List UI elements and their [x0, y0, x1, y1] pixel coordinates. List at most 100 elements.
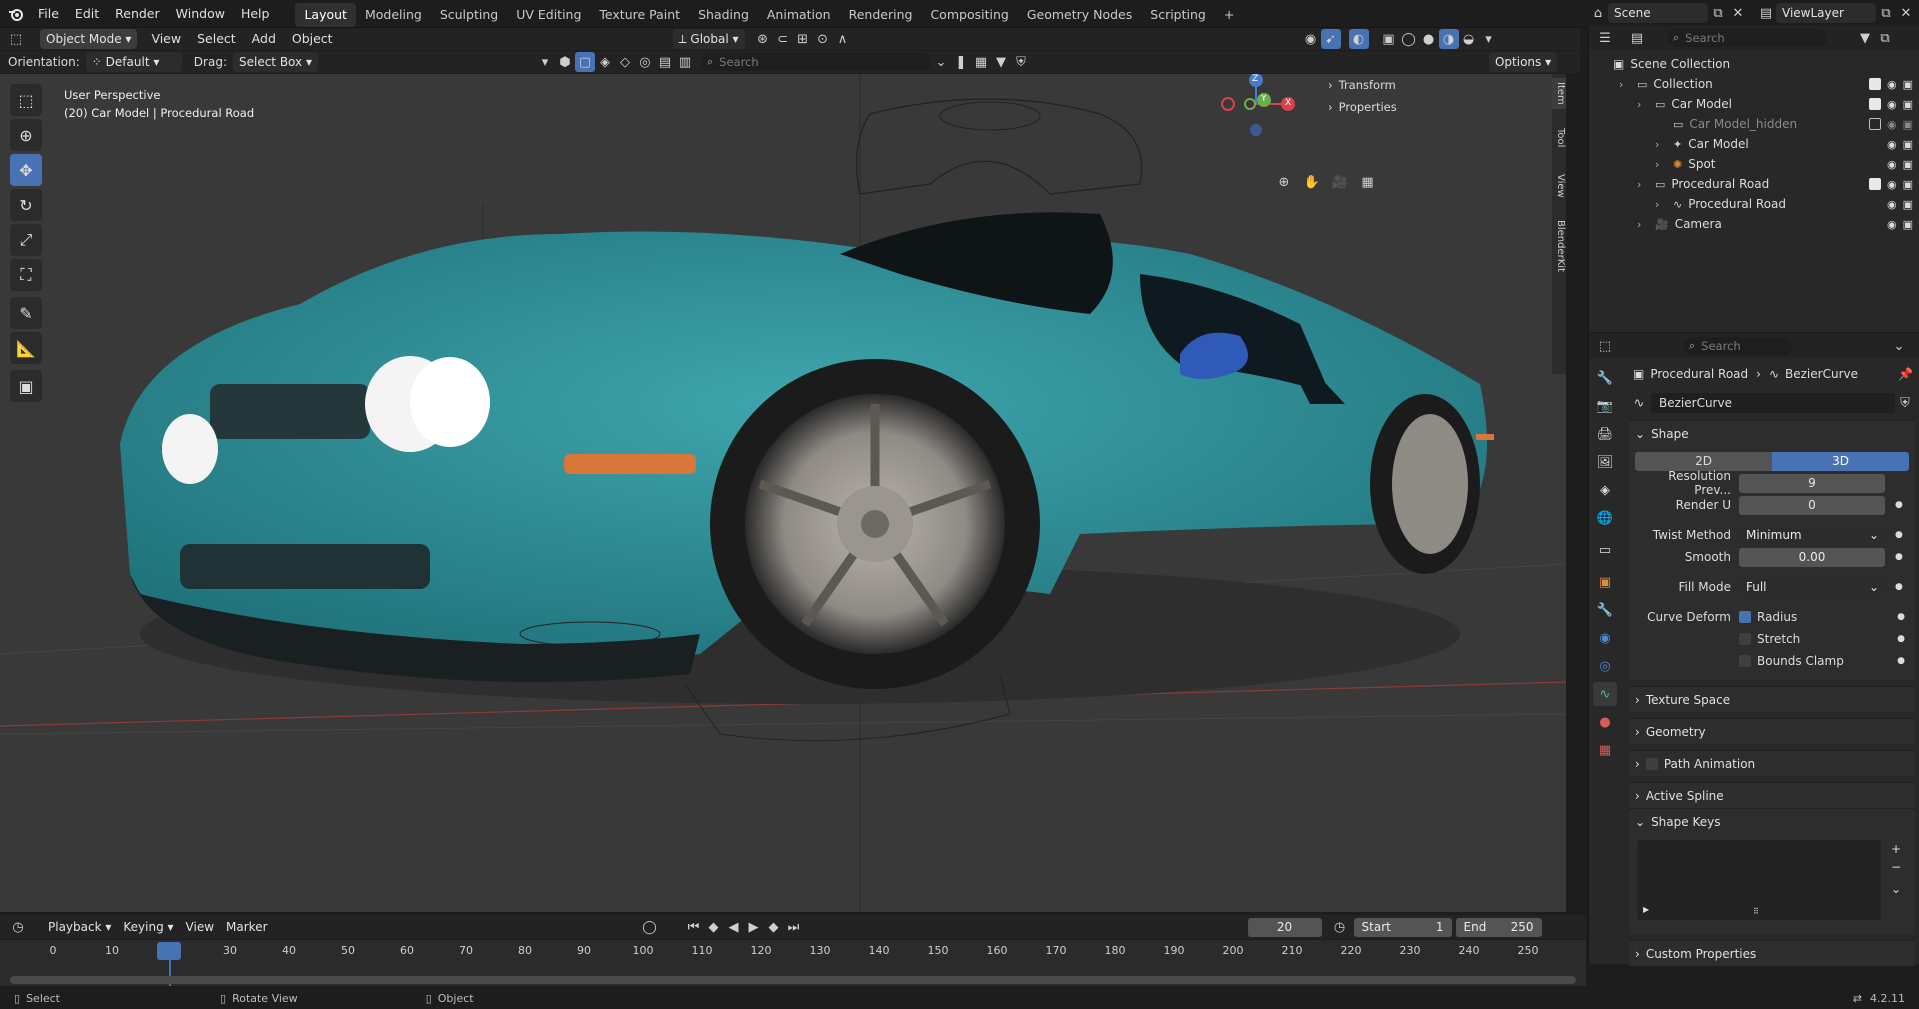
- viewport-menu-add[interactable]: Add: [244, 28, 284, 50]
- shape-keys-list[interactable]: ▶ ⠿: [1637, 840, 1881, 920]
- add-cube-tool-icon[interactable]: ▣: [10, 370, 42, 402]
- properties-search[interactable]: ⌕ Search: [1683, 337, 1793, 355]
- navigation-gizmo[interactable]: Z Y X: [1216, 74, 1296, 164]
- meta-icon[interactable]: ◎: [635, 52, 655, 72]
- timeline-menu-view[interactable]: View: [180, 917, 220, 937]
- grid-view-icon[interactable]: ▦: [1355, 170, 1379, 194]
- measure-tool-icon[interactable]: 📐: [10, 332, 42, 364]
- texture-tab-icon[interactable]: ▦: [1593, 738, 1617, 762]
- shield-icon[interactable]: ⛨: [1011, 52, 1031, 72]
- eye-icon[interactable]: ◉: [1887, 198, 1897, 211]
- render-camera-icon[interactable]: ▣: [1903, 138, 1913, 151]
- shading-options-icon[interactable]: ▾: [1479, 29, 1499, 49]
- sidebar-tab-blenderkit[interactable]: BlenderKit: [1552, 216, 1566, 276]
- viewport-menu-view[interactable]: View: [143, 28, 189, 50]
- editor-type-icon[interactable]: ⬚: [6, 29, 26, 49]
- properties-panel-header[interactable]: › Properties: [1320, 96, 1552, 118]
- xray-icon[interactable]: ▣: [1379, 29, 1399, 49]
- new-scene-icon[interactable]: ⧉: [1708, 3, 1728, 23]
- exclude-checkbox[interactable]: [1868, 78, 1881, 90]
- shape-keys-panel-header[interactable]: ⌄ Shape Keys: [1629, 808, 1915, 834]
- move-tool-icon[interactable]: ✥: [10, 154, 42, 186]
- panel-active-spline[interactable]: › Active Spline: [1629, 782, 1915, 808]
- sidebar-tab-item[interactable]: Item: [1552, 78, 1566, 109]
- mode-dropdown[interactable]: Object Mode ▾: [40, 29, 138, 49]
- filter-object-types-icon[interactable]: ⬢: [555, 52, 575, 72]
- resize-handle-icon[interactable]: ⠿: [1753, 907, 1759, 916]
- orientation-dropdown[interactable]: ⁘ Default ▾: [85, 52, 182, 72]
- menu-render[interactable]: Render: [107, 0, 168, 28]
- new-view-layer-icon[interactable]: ⧉: [1876, 3, 1896, 23]
- modifier-tab-icon[interactable]: 🔧: [1593, 598, 1617, 622]
- close-icon[interactable]: ✕: [1896, 3, 1916, 23]
- preview-range-icon[interactable]: ◷: [1330, 917, 1350, 937]
- pin-icon[interactable]: 📌: [1898, 367, 1913, 381]
- keyframe-dot-icon[interactable]: ●: [1895, 500, 1903, 510]
- outliner-row[interactable]: › ▭ Collection ◉ ▣: [1589, 74, 1919, 94]
- chevron-down-icon[interactable]: ▾: [535, 52, 555, 72]
- transform-orientation-dropdown[interactable]: ⟂ Global ▾: [672, 29, 745, 49]
- datablock-name-field[interactable]: BezierCurve: [1651, 393, 1895, 413]
- exclude-checkbox[interactable]: [1868, 98, 1881, 110]
- exclude-checkbox[interactable]: [1868, 118, 1881, 130]
- world-tab-icon[interactable]: 🌐: [1593, 506, 1617, 530]
- keyframe-dot-icon[interactable]: ●: [1897, 612, 1905, 622]
- blender-logo-icon[interactable]: [6, 4, 26, 24]
- keyframe-dot-icon[interactable]: ●: [1895, 530, 1903, 540]
- physics-tab-icon[interactable]: ◎: [1593, 654, 1617, 678]
- solid-shading-icon[interactable]: ●: [1419, 29, 1439, 49]
- add-workspace-icon[interactable]: +: [1215, 3, 1243, 27]
- resolution-preview-field[interactable]: 9: [1739, 473, 1885, 493]
- render-camera-icon[interactable]: ▣: [1903, 118, 1913, 131]
- rendered-shading-icon[interactable]: ◒: [1459, 29, 1479, 49]
- playhead-marker[interactable]: [157, 942, 181, 960]
- particles-tab-icon[interactable]: ◉: [1593, 626, 1617, 650]
- pan-hand-icon[interactable]: ✋: [1300, 170, 1324, 194]
- play-reverse-icon[interactable]: ◀: [724, 917, 744, 937]
- zoom-icon[interactable]: ⊕: [1272, 170, 1296, 194]
- exclude-checkbox[interactable]: [1868, 178, 1881, 190]
- curve-data-tab-icon[interactable]: ∿: [1593, 682, 1617, 706]
- material-tab-icon[interactable]: ●: [1593, 710, 1617, 734]
- panel-geometry[interactable]: › Geometry: [1629, 718, 1915, 744]
- next-keyframe-icon[interactable]: ◆: [764, 917, 784, 937]
- object-tab-icon[interactable]: ▣: [1593, 570, 1617, 594]
- output-tab-icon[interactable]: 🖨: [1593, 422, 1617, 446]
- workspace-tab-animation[interactable]: Animation: [758, 3, 840, 27]
- properties-editor-icon[interactable]: ⬚: [1595, 336, 1615, 356]
- outliner-row[interactable]: › ✦ Car Model ◉ ▣: [1589, 134, 1919, 154]
- text-icon[interactable]: ▤: [655, 52, 675, 72]
- chevron-down-icon[interactable]: ⌄: [1891, 882, 1901, 896]
- dim-3d-button[interactable]: 3D: [1772, 451, 1909, 471]
- radius-checkbox[interactable]: [1739, 611, 1751, 623]
- collection-tab-icon[interactable]: ▭: [1593, 538, 1617, 562]
- bookmark-icon[interactable]: ❚: [951, 52, 971, 72]
- eye-icon[interactable]: ◉: [1887, 78, 1897, 91]
- fake-user-shield-icon[interactable]: ⛨: [1895, 393, 1915, 413]
- timeline-area[interactable]: 0102030405060708090100110120130140150160…: [0, 940, 1586, 986]
- render-camera-icon[interactable]: ▣: [1903, 178, 1913, 191]
- tool-tab-icon[interactable]: 🔧: [1593, 366, 1617, 390]
- render-camera-icon[interactable]: ▣: [1903, 198, 1913, 211]
- snap-target-icon[interactable]: ⊞: [793, 29, 813, 49]
- annotate-tool-icon[interactable]: ✎: [10, 297, 42, 329]
- cursor-tool-icon[interactable]: ⊕: [10, 119, 42, 151]
- gizmo-toggle-icon[interactable]: ➹: [1320, 29, 1341, 49]
- dropdown-arrow-icon[interactable]: ⌄: [931, 52, 951, 72]
- transform-tool-icon[interactable]: ⛶: [10, 259, 42, 291]
- panel-path-animation[interactable]: › Path Animation: [1629, 750, 1915, 776]
- workspace-tab-compositing[interactable]: Compositing: [921, 3, 1017, 27]
- chevron-icon[interactable]: ›: [1655, 198, 1667, 211]
- render-camera-icon[interactable]: ▣: [1903, 98, 1913, 111]
- render-camera-icon[interactable]: ▣: [1903, 218, 1913, 231]
- 3d-viewport[interactable]: ⬚ ⊕ ✥ ↻ ⤢ ⛶ ✎ 📐 ▣ User Perspective (20) …: [0, 74, 1566, 912]
- prev-keyframe-icon[interactable]: ◆: [704, 917, 724, 937]
- sidebar-tab-view[interactable]: View: [1552, 170, 1566, 202]
- outliner-row[interactable]: › ▭ Procedural Road ◉ ▣: [1589, 174, 1919, 194]
- pivot-icon[interactable]: ⊛: [753, 29, 773, 49]
- layout-icon[interactable]: ▦: [971, 52, 991, 72]
- surface-icon[interactable]: ◇: [615, 52, 635, 72]
- sidebar-tab-tool[interactable]: Tool: [1552, 124, 1566, 151]
- camera-view-icon[interactable]: 🎥: [1328, 170, 1352, 194]
- render-tab-icon[interactable]: 📷: [1593, 394, 1617, 418]
